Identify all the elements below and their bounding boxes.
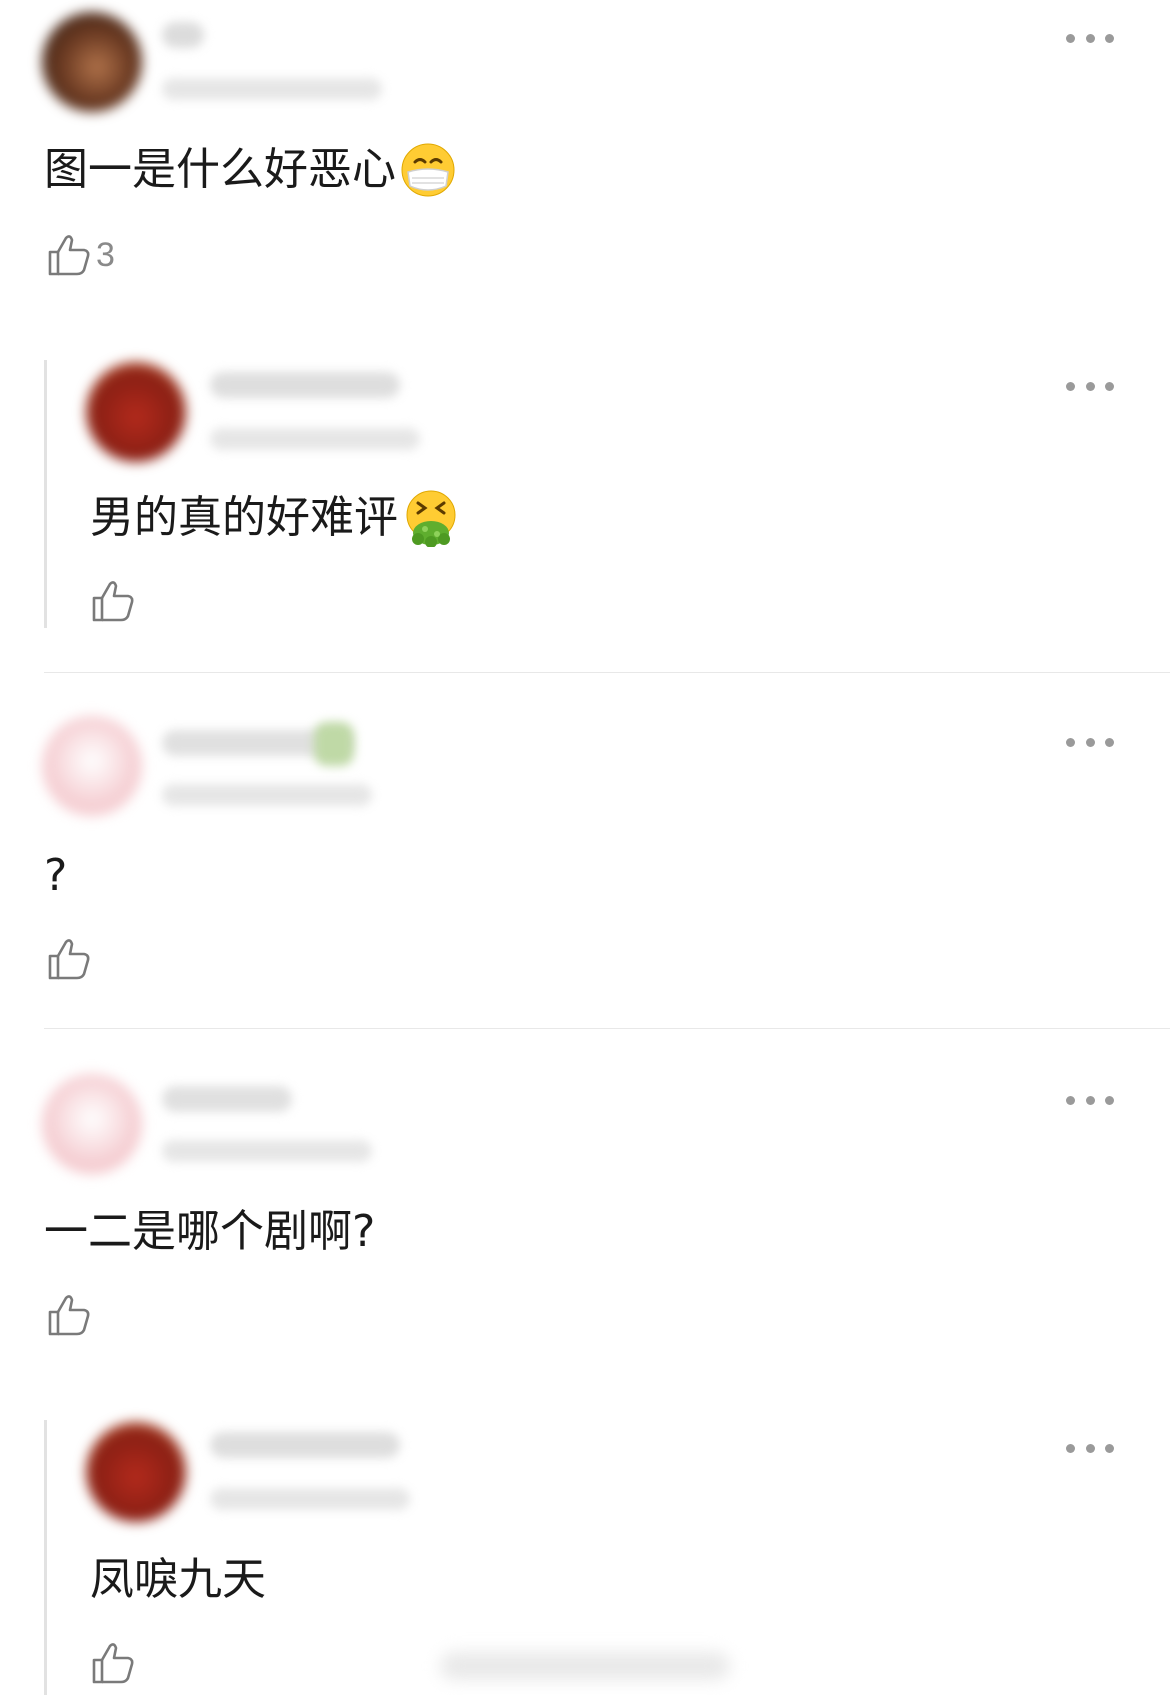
thumbs-up-icon	[92, 1643, 134, 1684]
more-options-button[interactable]	[1066, 736, 1114, 748]
thumbs-up-icon	[48, 939, 90, 980]
username[interactable]	[210, 372, 400, 398]
comment-text: ?	[44, 846, 67, 906]
timestamp	[162, 78, 382, 100]
username-badge	[314, 722, 354, 766]
like-button[interactable]	[46, 936, 96, 982]
comment-text: 凤唳九天	[90, 1550, 266, 1610]
more-options-button[interactable]	[1066, 380, 1114, 392]
username[interactable]	[162, 1086, 292, 1112]
comment-text-label: ?	[44, 850, 68, 901]
divider	[44, 672, 1170, 673]
avatar[interactable]	[42, 1074, 142, 1174]
comment-text: 男的真的好难评	[90, 488, 460, 548]
thumbs-up-icon	[92, 581, 134, 622]
thumbs-up-icon	[48, 235, 90, 276]
avatar[interactable]	[86, 362, 186, 462]
watermark-blur	[440, 1652, 730, 1680]
comment-text: 一二是哪个剧啊?	[44, 1202, 375, 1262]
like-button[interactable]: 3	[46, 232, 115, 278]
like-button[interactable]	[90, 1640, 140, 1686]
avatar[interactable]	[42, 716, 142, 816]
timestamp	[162, 1140, 372, 1162]
more-options-button[interactable]	[1066, 1442, 1114, 1454]
username[interactable]	[162, 22, 204, 48]
comment-text: 图一是什么好恶心	[44, 140, 456, 200]
timestamp	[162, 784, 372, 806]
avatar[interactable]	[86, 1422, 186, 1522]
reply-thread-bar	[44, 360, 47, 628]
like-button[interactable]	[90, 578, 140, 624]
avatar[interactable]	[42, 12, 142, 112]
comment-text-label: 一二是哪个剧啊?	[44, 1206, 376, 1257]
comment-text-label: 图一是什么好恶心	[44, 144, 396, 195]
comment-text-label: 凤唳九天	[90, 1554, 266, 1605]
timestamp	[210, 428, 420, 450]
vomiting-face-emoji	[406, 490, 456, 547]
comment-text-label: 男的真的好难评	[90, 492, 398, 543]
divider	[44, 1028, 1170, 1029]
more-options-button[interactable]	[1066, 1094, 1114, 1106]
reply-thread-bar	[44, 1420, 47, 1695]
username[interactable]	[210, 1432, 400, 1458]
like-count: 3	[96, 235, 115, 274]
timestamp	[210, 1488, 410, 1510]
mask-face-emoji	[401, 143, 455, 197]
more-options-button[interactable]	[1066, 32, 1114, 44]
thumbs-up-icon	[48, 1295, 90, 1336]
like-button[interactable]	[46, 1292, 96, 1338]
